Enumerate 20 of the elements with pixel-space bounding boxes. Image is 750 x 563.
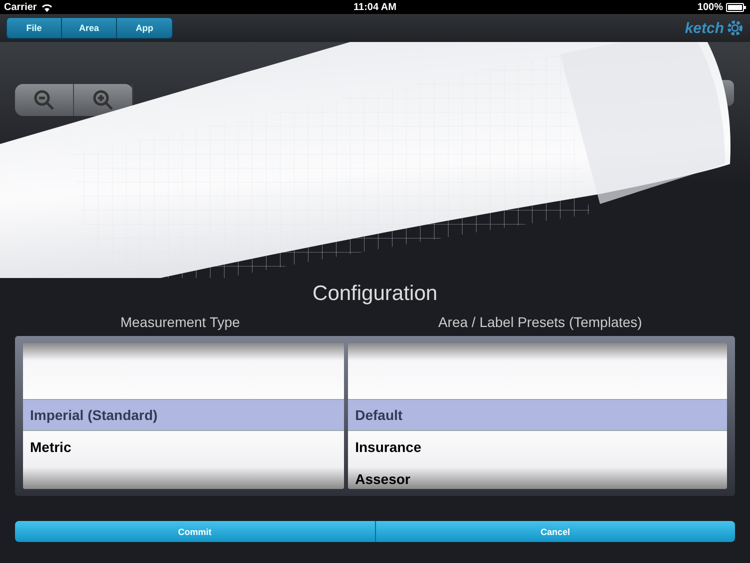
- dialog-title: Configuration: [312, 282, 438, 307]
- column-heading: Measurement Type: [119, 314, 241, 330]
- zoom-out-icon[interactable]: [33, 89, 55, 111]
- picker-option[interactable]: Default: [348, 399, 727, 431]
- picker-option[interactable]: Imperial (Standard): [23, 399, 344, 431]
- carrier-name: Carrier: [4, 2, 37, 12]
- picker-option[interactable]: Assesor: [348, 463, 727, 489]
- menu-tab[interactable]: Area: [62, 18, 117, 38]
- battery-percent: 100%: [697, 2, 723, 12]
- gear-icon: [726, 19, 744, 37]
- zoom-in-icon[interactable]: [92, 89, 114, 111]
- clock-time: 11:04 AM: [354, 2, 396, 12]
- app-logo-text: ketch: [684, 20, 724, 36]
- column-heading: Area / Label Presets (Templates): [437, 314, 644, 330]
- battery-icon: [726, 2, 746, 12]
- wifi-icon: [40, 2, 53, 12]
- menu-tab[interactable]: File: [7, 18, 62, 38]
- picker-option[interactable]: Insurance: [348, 431, 727, 463]
- menu-tab[interactable]: App: [117, 18, 172, 38]
- picker-option[interactable]: Metric: [23, 431, 344, 463]
